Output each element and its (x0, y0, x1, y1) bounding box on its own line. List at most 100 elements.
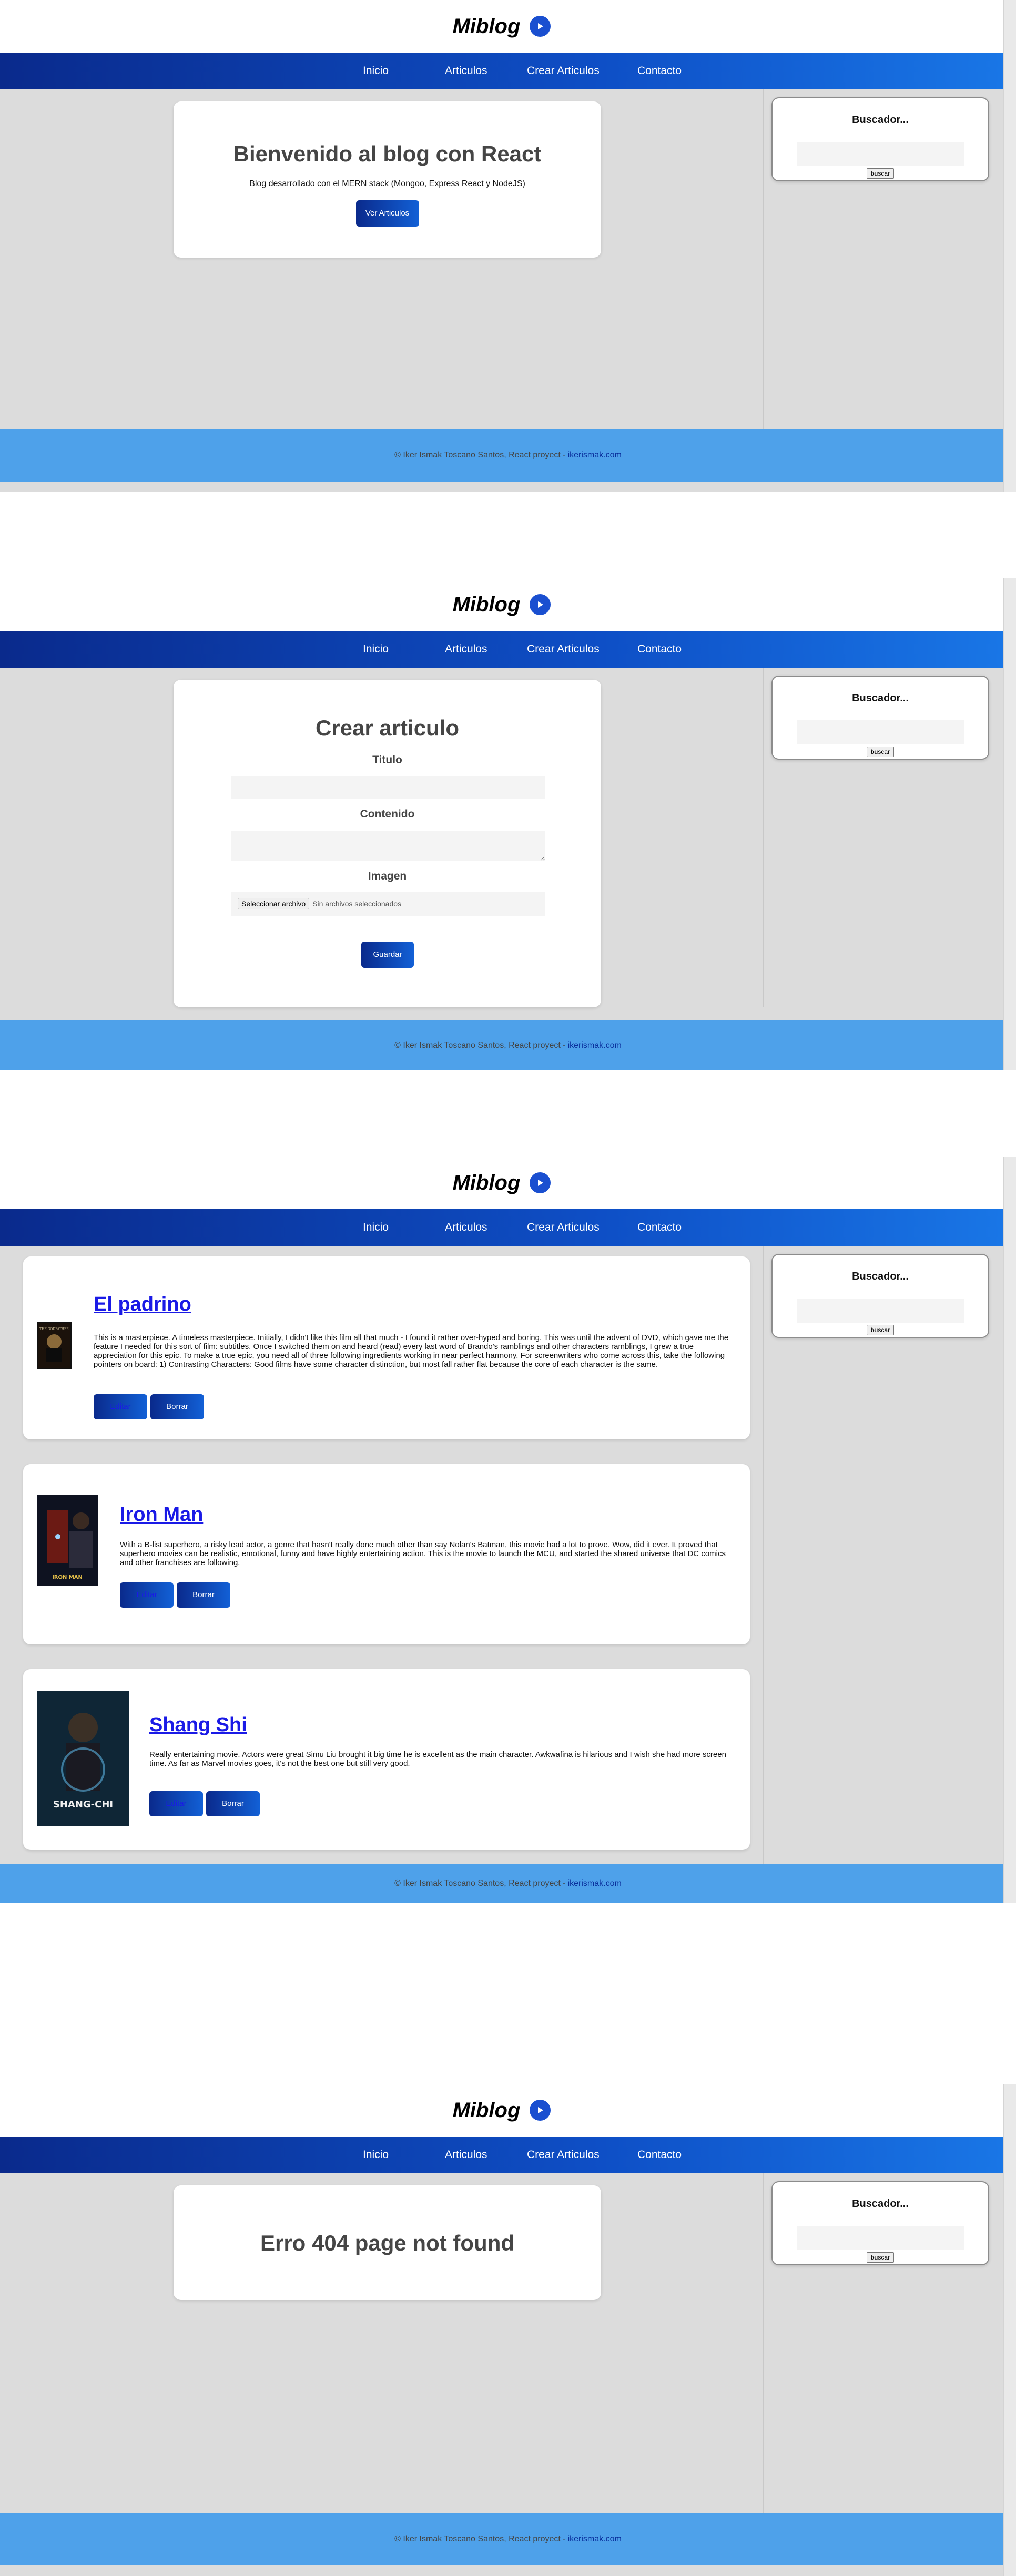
nav-crear-articulos[interactable]: Crear Articulos (527, 1221, 633, 1234)
article-body: With a B-list superhero, a risky lead ac… (120, 1540, 726, 1567)
article-actions: Editar Borrar (149, 1791, 260, 1816)
article-body: Really entertaining movie. Actors were g… (149, 1750, 726, 1768)
sidebar-divider (763, 668, 764, 1007)
nav-contacto[interactable]: Contacto (637, 65, 715, 77)
poster-text: IRON MAN (52, 1575, 83, 1580)
search-button[interactable]: buscar (866, 2252, 895, 2263)
react-logo-icon (530, 1172, 551, 1193)
brand-title[interactable]: Miblog (453, 15, 521, 38)
footer-text: © Iker Ismak Toscano Santos, React proye… (394, 1040, 566, 1050)
footer-link[interactable]: ikerismak.com (568, 1879, 622, 1888)
screen-not-found: Miblog Inicio Articulos Crear Articulos … (0, 2084, 1016, 2576)
save-button[interactable]: Guardar (361, 942, 414, 968)
article-title[interactable]: El padrino (94, 1293, 191, 1316)
search-button[interactable]: buscar (866, 168, 895, 179)
article-body: This is a masterpiece. A timeless master… (94, 1333, 729, 1369)
search-input[interactable] (797, 2226, 964, 2250)
nav-crear-articulos[interactable]: Crear Articulos (527, 65, 633, 77)
label-titulo: Titulo (372, 754, 402, 766)
scrollbar[interactable] (1003, 0, 1016, 492)
site-footer: © Iker Ismak Toscano Santos, React proye… (0, 1020, 1016, 1070)
nav-articulos[interactable]: Articulos (445, 643, 523, 656)
nav-inicio[interactable]: Inicio (363, 2149, 441, 2161)
brand-title[interactable]: Miblog (453, 2099, 521, 2122)
search-input[interactable] (797, 1299, 964, 1323)
article-item: IRON MAN Iron Man With a B-list superher… (23, 1464, 750, 1644)
content-textarea[interactable] (231, 831, 545, 861)
sidebar-divider (763, 1246, 764, 1903)
search-input[interactable] (797, 720, 964, 744)
site-footer: © Iker Ismak Toscano Santos, React proye… (0, 2513, 1016, 2565)
article-actions: Editar Borrar (94, 1394, 204, 1419)
nav-inicio[interactable]: Inicio (363, 1221, 441, 1234)
article-actions: Editar Borrar (120, 1582, 230, 1608)
screen-articles: Miblog Inicio Articulos Crear Articulos … (0, 1157, 1016, 1903)
nav-crear-articulos[interactable]: Crear Articulos (527, 643, 633, 656)
site-footer: © Iker Ismak Toscano Santos, React proye… (0, 429, 1016, 482)
scrollbar[interactable] (1003, 1157, 1016, 1903)
search-title: Buscador... (852, 1271, 909, 1282)
title-input[interactable] (231, 776, 545, 799)
brand-title[interactable]: Miblog (453, 593, 521, 617)
not-found-card: Erro 404 page not found (174, 2185, 601, 2300)
delete-button[interactable]: Borrar (150, 1394, 204, 1419)
label-imagen: Imagen (368, 870, 407, 882)
search-widget: Buscador... buscar (771, 1254, 989, 1338)
search-button[interactable]: buscar (866, 747, 895, 757)
search-title: Buscador... (852, 692, 909, 704)
site-header: Miblog (0, 578, 1003, 631)
edit-button[interactable]: Editar (149, 1791, 203, 1816)
main-nav: Inicio Articulos Crear Articulos Contact… (0, 53, 1003, 89)
footer-text: © Iker Ismak Toscano Santos, React proye… (394, 451, 566, 459)
footer-link[interactable]: ikerismak.com (568, 451, 622, 460)
footer-link[interactable]: ikerismak.com (568, 1041, 622, 1050)
file-select-button[interactable]: Seleccionar archivo (238, 898, 310, 909)
search-widget: Buscador... buscar (771, 2181, 989, 2265)
view-articles-button[interactable]: Ver Articulos (355, 200, 419, 227)
nav-articulos[interactable]: Articulos (445, 1221, 523, 1234)
nav-crear-articulos[interactable]: Crear Articulos (527, 2149, 633, 2161)
search-title: Buscador... (852, 2198, 909, 2210)
scrollbar[interactable] (1003, 578, 1016, 1070)
site-header: Miblog (0, 0, 1003, 53)
react-logo-icon (530, 594, 551, 615)
not-found-title: Erro 404 page not found (260, 2231, 515, 2255)
hero-card: Bienvenido al blog con React Blog desarr… (174, 101, 601, 258)
article-image: IRON MAN (37, 1495, 98, 1586)
delete-button[interactable]: Borrar (206, 1791, 260, 1816)
brand-title[interactable]: Miblog (453, 1171, 521, 1195)
nav-articulos[interactable]: Articulos (445, 65, 523, 77)
site-header: Miblog (0, 1157, 1003, 1209)
poster-text: THE GODFATHER (39, 1327, 69, 1331)
delete-button[interactable]: Borrar (177, 1582, 230, 1608)
article-title[interactable]: Iron Man (120, 1504, 203, 1526)
footer-link[interactable]: ikerismak.com (568, 2534, 622, 2544)
edit-button[interactable]: Editar (94, 1394, 147, 1419)
screen-create-article: Miblog Inicio Articulos Crear Articulos … (0, 578, 1016, 1070)
scrollbar[interactable] (1003, 2084, 1016, 2576)
nav-contacto[interactable]: Contacto (637, 2149, 715, 2161)
nav-contacto[interactable]: Contacto (637, 643, 715, 656)
create-article-card: Crear articulo Titulo Contenido Imagen S… (174, 680, 601, 1007)
search-input[interactable] (797, 142, 964, 166)
nav-articulos[interactable]: Articulos (445, 2149, 523, 2161)
ironman-poster-icon: IRON MAN (37, 1495, 98, 1586)
site-footer: © Iker Ismak Toscano Santos, React proye… (0, 1864, 1016, 1903)
file-status: Sin archivos seleccionados (312, 899, 402, 908)
footer-text: © Iker Ismak Toscano Santos, React proye… (394, 1878, 566, 1888)
main-nav: Inicio Articulos Crear Articulos Contact… (0, 1209, 1003, 1246)
article-item: THE GODFATHER El padrino This is a maste… (23, 1256, 750, 1439)
create-title: Crear articulo (315, 715, 460, 740)
search-button[interactable]: buscar (866, 1325, 895, 1335)
nav-inicio[interactable]: Inicio (363, 65, 441, 77)
hero-title: Bienvenido al blog con React (233, 141, 542, 166)
edit-button[interactable]: Editar (120, 1582, 174, 1608)
nav-contacto[interactable]: Contacto (637, 1221, 715, 1234)
nav-inicio[interactable]: Inicio (363, 643, 441, 656)
search-widget: Buscador... buscar (771, 676, 989, 760)
main-nav: Inicio Articulos Crear Articulos Contact… (0, 631, 1003, 668)
sidebar-divider (763, 89, 764, 429)
article-title[interactable]: Shang Shi (149, 1714, 247, 1736)
sidebar-divider (763, 2173, 764, 2513)
image-file-input[interactable]: Seleccionar archivo Sin archivos selecci… (231, 892, 545, 916)
